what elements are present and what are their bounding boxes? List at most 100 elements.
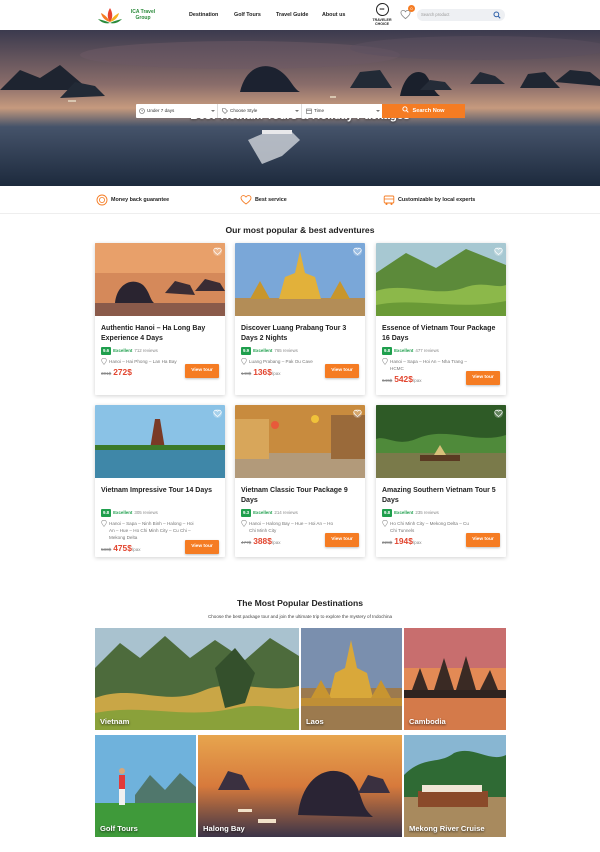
tour-title[interactable]: Authentic Hanoi – Ha Long Bay Experience… (101, 324, 221, 343)
wishlist-heart-icon[interactable] (213, 409, 222, 418)
rating-score-badge: 9.8 (101, 509, 112, 517)
nav-about-us[interactable]: About us (322, 12, 345, 18)
chevron-down-icon (295, 110, 299, 112)
map-pin-icon (382, 520, 388, 527)
map-pin-icon (241, 358, 247, 365)
destination-golf-tours[interactable]: Golf Tours (95, 735, 196, 837)
site-logo[interactable]: ICA Travel Group (97, 5, 161, 27)
nav-golf-tours[interactable]: Golf Tours (234, 12, 261, 18)
tour-photo (95, 405, 225, 478)
per-pax: /pax (271, 371, 281, 376)
tour-card[interactable]: Vietnam Classic Tour Package 9 Days 9.3 Ex… (235, 405, 365, 557)
view-tour-button[interactable]: View tour (466, 533, 500, 547)
tour-route: Hanoi – Hai Phong – Lan Ha Bay (101, 358, 196, 365)
rating-label: Excellent (394, 510, 414, 515)
route-text: Ho Chi Minh City – Mekong Delta – Cu Chi… (390, 521, 469, 533)
view-tour-button[interactable]: View tour (466, 371, 500, 385)
tour-card[interactable]: Essence of Vietnam Tour Package 16 Days 9… (376, 243, 506, 395)
old-price: 477$ (241, 540, 252, 545)
destination-cambodia[interactable]: Cambodia (404, 628, 506, 730)
tour-title[interactable]: Vietnam Classic Tour Package 9 Days (241, 486, 361, 505)
rating-label: Excellent (113, 510, 133, 515)
chevron-down-icon (376, 110, 380, 112)
per-pax: /pax (271, 540, 281, 545)
destination-label: Vietnam (100, 717, 130, 726)
destination-mekong-river-cruise[interactable]: Mekong River Cruise (404, 735, 506, 837)
traveler-choice-label: TRAVELER CHOICE (372, 18, 392, 26)
benefit-best-service: Best service (240, 194, 287, 206)
search-now-button[interactable]: Search Now (382, 104, 465, 118)
tour-title[interactable]: Amazing Southern Vietnam Tour 5 Days (382, 486, 502, 505)
current-price: 136$ (253, 367, 272, 377)
current-price: 542$ (394, 374, 413, 384)
rating-score-badge: 9.6 (101, 347, 112, 355)
view-tour-button[interactable]: View tour (185, 364, 219, 378)
style-select[interactable]: Choose Style (219, 104, 302, 118)
bus-icon (383, 195, 395, 205)
current-price: 475$ (113, 543, 132, 553)
wishlist-heart-icon[interactable] (494, 247, 503, 256)
destination-label: Halong Bay (203, 824, 245, 833)
view-tour-button[interactable]: View tour (185, 540, 219, 554)
tour-route: Ho Chi Minh City – Mekong Delta – Cu Chi… (382, 520, 477, 534)
duration-select[interactable]: Under 7 days (136, 104, 218, 118)
tour-card[interactable]: Authentic Hanoi – Ha Long Bay Experience… (95, 243, 225, 395)
calendar-icon (306, 108, 312, 114)
lotus-logo-icon (98, 8, 122, 24)
view-tour-button[interactable]: View tour (325, 364, 359, 378)
review-count: 214 reviews (274, 510, 298, 515)
destination-laos[interactable]: Laos (301, 628, 402, 730)
search-now-label: Search Now (412, 108, 445, 114)
owl-icon: oo (375, 3, 389, 16)
destination-label: Cambodia (409, 717, 446, 726)
wishlist-heart-icon[interactable] (353, 409, 362, 418)
map-pin-icon (101, 520, 107, 527)
heart-hand-icon (240, 195, 252, 205)
map-pin-icon (101, 358, 107, 365)
old-price: 228$ (382, 540, 393, 545)
tour-price: 646$ 542$/pax (382, 374, 422, 384)
golf-photo (95, 735, 196, 837)
tour-title[interactable]: Discover Luang Prabang Tour 3 Days 2 Nig… (241, 324, 361, 343)
tour-title[interactable]: Essence of Vietnam Tour Package 16 Days (382, 324, 502, 343)
tour-rating: 9.8 Excellent 477 reviews (382, 347, 439, 355)
rating-label: Excellent (113, 348, 133, 353)
time-select[interactable]: Time (303, 104, 382, 118)
tour-photo (235, 243, 365, 316)
nav-travel-guide[interactable]: Travel Guide (276, 12, 308, 18)
traveler-choice-badge: oo TRAVELER CHOICE (366, 3, 398, 28)
destination-vietnam[interactable]: Vietnam (95, 628, 299, 730)
cambodia-photo (404, 628, 506, 730)
wishlist-heart-icon[interactable] (353, 247, 362, 256)
wishlist-heart-icon[interactable] (213, 247, 222, 256)
rating-score-badge: 9.9 (241, 347, 252, 355)
money-back-icon (96, 194, 108, 206)
tour-photo (376, 405, 506, 478)
view-tour-button[interactable]: View tour (325, 533, 359, 547)
review-count: 305 reviews (134, 510, 158, 515)
route-text: Hanoi – Hai Phong – Lan Ha Bay (109, 359, 177, 364)
old-price: 580$ (101, 547, 112, 552)
wishlist-heart-icon[interactable] (494, 409, 503, 418)
tour-card[interactable]: Vietnam Impressive Tour 14 Days 9.8 Excell… (95, 405, 225, 557)
nav-destination[interactable]: Destination (189, 12, 218, 18)
logo-text: ICA Travel Group (130, 9, 156, 21)
benefit-label: Customizable by local experts (398, 197, 476, 203)
tour-card[interactable]: Amazing Southern Vietnam Tour 5 Days 9.8 E… (376, 405, 506, 557)
tour-title[interactable]: Vietnam Impressive Tour 14 Days (101, 486, 221, 496)
destination-label: Laos (306, 717, 324, 726)
rating-score-badge: 9.8 (382, 347, 393, 355)
rating-score-badge: 9.3 (241, 509, 252, 517)
map-pin-icon (382, 358, 388, 365)
search-icon[interactable] (493, 11, 501, 19)
tour-card[interactable]: Discover Luang Prabang Tour 3 Days 2 Nig… (235, 243, 365, 395)
tour-price: 228$ 194$/pax (382, 536, 422, 546)
search-input[interactable]: Search product (421, 12, 449, 17)
clock-icon (139, 108, 145, 114)
destination-halong-bay[interactable]: Halong Bay (198, 735, 402, 837)
tour-route: Hanoi – Sapa – Ninh Binh – Halong – Hoi … (101, 520, 196, 541)
style-value: Choose Style (230, 108, 258, 113)
review-count: 235 reviews (415, 510, 439, 515)
search-box[interactable]: Search product (417, 9, 505, 21)
halong-bay-photo (198, 735, 402, 837)
